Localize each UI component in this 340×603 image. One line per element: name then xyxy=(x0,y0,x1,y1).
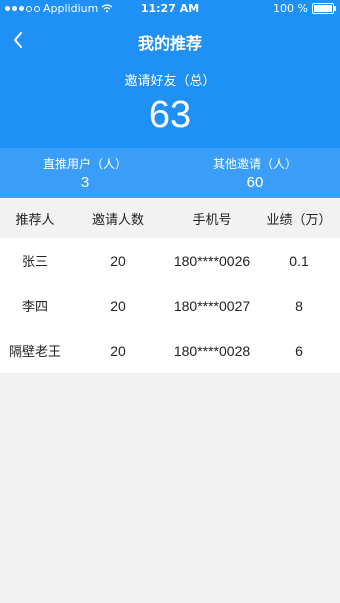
column-header-phone: 手机号 xyxy=(192,212,232,228)
total-invites-value: 63 xyxy=(148,94,192,136)
referrer-cell: 隔壁老王 xyxy=(8,345,61,360)
other-invites-label: 其他邀请（人） xyxy=(212,157,297,171)
other-invites-value: 60 xyxy=(246,174,264,191)
battery-icon xyxy=(312,3,336,14)
battery-percent: 100 % xyxy=(273,2,308,15)
direct-users-label: 直推用户（人） xyxy=(42,157,127,171)
other-invites-stat: 其他邀请（人） 60 xyxy=(170,155,340,191)
page-title: 我的推荐 xyxy=(137,34,202,53)
column-header-referrer: 推荐人 xyxy=(15,212,55,228)
invites-cell: 20 xyxy=(110,252,126,269)
status-bar: Applidium 11:27 AM 100 % xyxy=(0,0,340,18)
invites-cell: 20 xyxy=(110,297,126,314)
column-header-performance: 业绩（万） xyxy=(266,212,332,228)
direct-users-stat: 直推用户（人） 3 xyxy=(0,155,170,191)
table-row[interactable]: 张三 20 180****0026 0.1 xyxy=(0,238,340,283)
referrer-cell: 张三 xyxy=(21,255,48,270)
stats-bar: 直推用户（人） 3 其他邀请（人） 60 xyxy=(0,148,340,198)
direct-users-value: 3 xyxy=(80,174,90,191)
invites-cell: 20 xyxy=(110,342,126,359)
header: 我的推荐 邀请好友（总） 63 xyxy=(0,18,340,148)
column-header-invites: 邀请人数 xyxy=(91,212,144,228)
phone-cell: 180****0028 xyxy=(173,342,251,359)
status-bar-right: 100 % xyxy=(273,2,336,15)
phone-cell: 180****0027 xyxy=(173,297,251,314)
table-row[interactable]: 李四 20 180****0027 8 xyxy=(0,283,340,328)
table-row[interactable]: 隔壁老王 20 180****0028 6 xyxy=(0,328,340,373)
total-invites-label: 邀请好友（总） xyxy=(124,74,216,89)
referrer-cell: 李四 xyxy=(21,300,48,315)
table-header: 推荐人 邀请人数 手机号 业绩（万） xyxy=(0,198,340,238)
referral-table: 推荐人 邀请人数 手机号 业绩（万） 张三 20 180****0026 0.1… xyxy=(0,198,340,373)
performance-cell: 8 xyxy=(295,297,303,314)
performance-cell: 6 xyxy=(295,342,303,359)
performance-cell: 0.1 xyxy=(289,252,309,269)
phone-cell: 180****0026 xyxy=(173,252,251,269)
